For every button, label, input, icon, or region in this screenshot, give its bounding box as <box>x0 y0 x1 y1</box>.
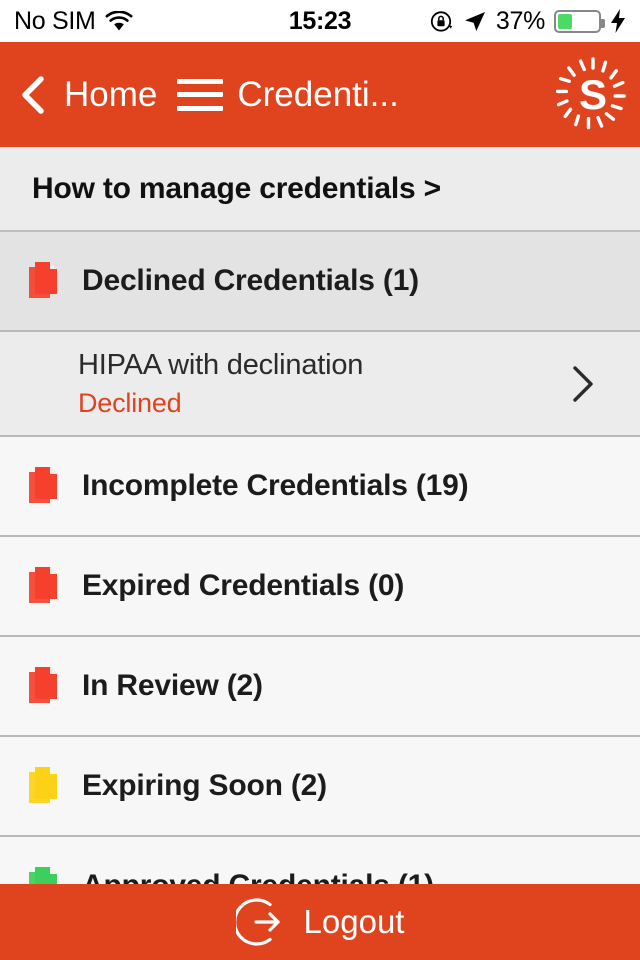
battery-icon <box>554 9 605 33</box>
how-to-manage-credentials-link[interactable]: How to manage credentials > <box>0 147 640 232</box>
credential-category-row[interactable]: Expiring Soon (2) <box>0 737 640 837</box>
content-area: How to manage credentials > Declined Cre… <box>0 147 640 960</box>
credential-item-texts: HIPAA with declination Declined <box>78 349 363 419</box>
credential-category-label: Expired Credentials (0) <box>82 569 405 602</box>
back-home-button[interactable]: Home <box>64 75 157 115</box>
chevron-right-icon[interactable] <box>570 364 596 404</box>
credential-category-row[interactable]: Incomplete Credentials (19) <box>0 437 640 537</box>
credential-item-status: Declined <box>78 387 182 418</box>
logout-label: Logout <box>303 903 405 940</box>
document-stack-icon <box>29 262 57 298</box>
chevron-left-icon[interactable] <box>18 75 48 115</box>
status-bar-left: No SIM <box>14 7 133 36</box>
battery-fill <box>558 13 573 29</box>
status-bar: No SIM 15:23 37% <box>0 0 640 42</box>
lightning-bolt-icon <box>611 9 625 33</box>
hamburger-menu-icon[interactable] <box>177 78 224 111</box>
credential-list-item[interactable]: HIPAA with declination Declined <box>0 332 640 437</box>
location-arrow-icon <box>464 12 485 31</box>
carrier-label: No SIM <box>14 6 96 35</box>
credential-category-label: Expiring Soon (2) <box>82 769 327 802</box>
credential-category-row[interactable]: In Review (2) <box>0 637 640 737</box>
page-title: Credenti... <box>237 74 399 114</box>
battery-percent-label: 37% <box>495 6 545 35</box>
svg-text:S: S <box>579 71 607 118</box>
credential-item-title: HIPAA with declination <box>78 348 364 381</box>
document-stack-icon <box>29 667 57 703</box>
credential-category-list: Declined Credentials (1) HIPAA with decli… <box>0 232 640 937</box>
document-stack-icon <box>29 467 57 503</box>
sunburst-s-logo-icon[interactable]: S <box>556 56 630 133</box>
document-stack-icon <box>29 567 57 603</box>
document-stack-icon <box>29 767 57 803</box>
credential-category-row[interactable]: Declined Credentials (1) <box>0 232 640 332</box>
credential-category-label: Incomplete Credentials (19) <box>82 469 469 502</box>
credential-category-label: Declined Credentials (1) <box>82 264 419 297</box>
rotation-lock-icon <box>430 10 453 32</box>
logout-button[interactable]: Logout <box>0 884 640 960</box>
navigation-bar: Home Credenti... S <box>0 42 640 147</box>
logout-circle-arrow-icon <box>235 898 280 946</box>
status-bar-right: 37% <box>429 7 626 36</box>
how-to-label: How to manage credentials > <box>32 171 441 205</box>
app-screen: No SIM 15:23 37% Home Credenti... S How … <box>0 0 640 960</box>
credential-category-row[interactable]: Expired Credentials (0) <box>0 537 640 637</box>
credential-category-label: In Review (2) <box>82 669 263 702</box>
wifi-icon <box>105 10 133 30</box>
